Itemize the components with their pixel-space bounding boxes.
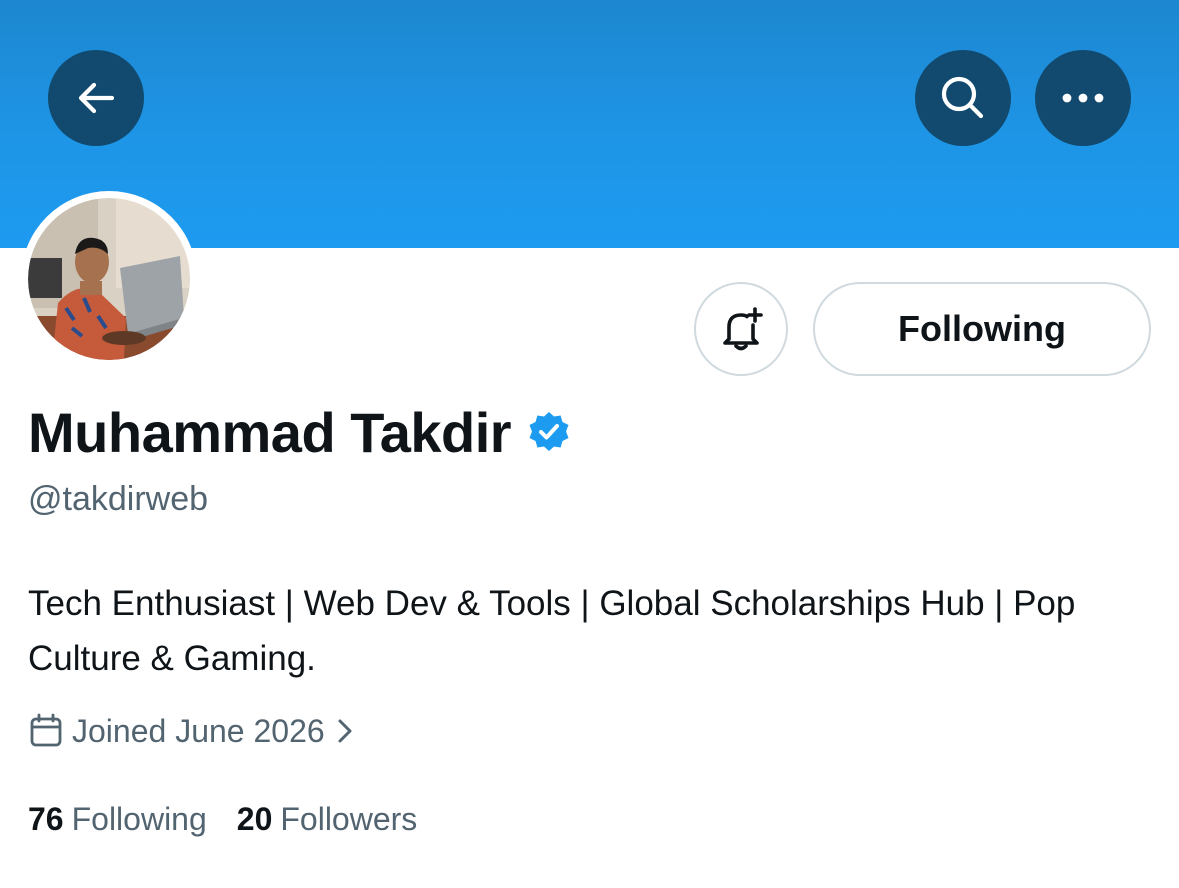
followers-count-link[interactable]: 20 Followers	[237, 801, 418, 838]
search-button[interactable]	[915, 50, 1011, 146]
calendar-icon	[30, 713, 62, 747]
profile-handle: @takdirweb	[28, 480, 209, 518]
bell-plus-icon	[723, 307, 763, 351]
following-count: 76	[28, 800, 64, 837]
profile-name-row: Muhammad Takdir	[28, 398, 571, 466]
followers-count: 20	[236, 800, 273, 837]
following-count-link[interactable]: 76 Following	[28, 801, 207, 838]
more-horizontal-icon	[1062, 93, 1104, 103]
follow-stats: 76 Following 20 Followers	[28, 796, 447, 842]
notifications-button[interactable]	[694, 282, 788, 376]
profile-bio: Tech Enthusiast | Web Dev & Tools | Glob…	[28, 584, 1076, 678]
joined-date: Joined June 2026	[72, 712, 325, 749]
back-button[interactable]	[48, 50, 144, 146]
profile-name: Muhammad Takdir	[28, 400, 512, 464]
avatar[interactable]	[21, 191, 197, 367]
avatar-photo	[28, 198, 190, 360]
arrow-left-icon	[78, 82, 115, 114]
followers-label: Followers	[280, 800, 418, 837]
following-label: Following	[71, 800, 207, 837]
joined-date-row[interactable]: Joined June 2026	[28, 708, 353, 754]
search-icon	[941, 76, 984, 119]
following-button[interactable]: Following	[813, 282, 1151, 376]
chevron-right-icon	[338, 719, 352, 743]
more-options-button[interactable]	[1035, 50, 1131, 146]
verified-badge-icon[interactable]	[527, 410, 571, 454]
profile-page: Following Muhammad Takdir @takdirweb Tec…	[0, 0, 1179, 888]
